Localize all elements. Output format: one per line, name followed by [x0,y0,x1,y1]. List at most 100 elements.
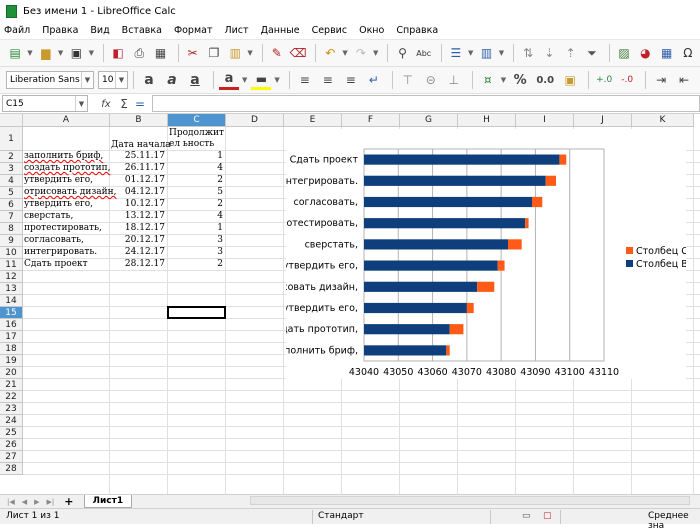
column-header-a[interactable]: A [23,114,110,127]
clear-formatting-icon[interactable]: ⌫ [289,43,307,63]
chevron-down-icon[interactable]: ▼ [27,49,32,57]
menu-view[interactable]: Вид [90,25,109,36]
column-header-d[interactable]: D [226,114,284,127]
sort-descending-icon[interactable]: ⇡ [562,43,580,63]
font-name-select[interactable]: Liberation Sans ▼ [6,71,94,89]
row-header-4[interactable]: 4 [0,175,23,187]
menu-tools[interactable]: Сервис [312,25,348,36]
cell-b7[interactable]: 13.12.17 [110,211,165,222]
menu-insert[interactable]: Вставка [122,25,162,36]
selection-mode-icon[interactable]: ▭ [522,511,531,521]
menu-help[interactable]: Справка [396,25,438,36]
cell-c7[interactable]: 4 [168,211,223,222]
selected-cell[interactable] [167,306,226,319]
cell-b2[interactable]: 25.11.17 [110,151,165,162]
undo-icon[interactable]: ↶ [321,43,339,63]
print-icon[interactable]: ⎙ [130,43,148,63]
align-center-icon[interactable]: ≡ [318,70,338,90]
cell-a4[interactable]: утвердить его, [24,175,93,186]
row-header-20[interactable]: 20 [0,367,23,379]
cut-icon[interactable]: ✂ [184,43,202,63]
row-header-7[interactable]: 7 [0,211,23,223]
chevron-down-icon[interactable]: ▼ [274,76,279,84]
font-size-select[interactable]: 10 ▼ [98,71,128,89]
column-header-b[interactable]: B [110,114,168,127]
chevron-down-icon[interactable]: ▼ [342,49,347,57]
cell-c8[interactable]: 1 [168,223,223,234]
cell-a11[interactable]: Сдать проект [24,259,88,270]
row-header-15[interactable]: 15 [0,307,23,319]
menu-window[interactable]: Окно [359,25,384,36]
cell-c4[interactable]: 2 [168,175,223,186]
cell-c1[interactable]: Продолжител ьность [169,128,226,150]
cell-a10[interactable]: интегрировать. [24,247,97,258]
cell-c11[interactable]: 2 [168,259,223,270]
cell-b6[interactable]: 10.12.17 [110,199,165,210]
cell-b3[interactable]: 26.11.17 [110,163,165,174]
cell-b11[interactable]: 28.12.17 [110,259,165,270]
wrap-text-icon[interactable]: ↵ [364,70,384,90]
row-icon[interactable]: ☰ [447,43,465,63]
decrease-indent-icon[interactable]: ⇤ [674,70,694,90]
formula-input[interactable] [152,95,700,112]
menu-edit[interactable]: Правка [42,25,78,36]
italic-icon[interactable]: a [162,70,182,90]
chevron-down-icon[interactable]: ▼ [499,49,504,57]
chevron-down-icon[interactable]: ▼ [75,96,87,111]
cell-c3[interactable]: 4 [168,163,223,174]
cell-b1[interactable]: Дата начала [111,140,171,151]
cell-b8[interactable]: 18.12.17 [110,223,165,234]
cell-a3[interactable]: создать прототип, [24,163,110,174]
row-header-18[interactable]: 18 [0,343,23,355]
row-header-14[interactable]: 14 [0,295,23,307]
align-right-icon[interactable]: ≡ [341,70,361,90]
highlight-color-icon[interactable]: ▬ [251,70,272,90]
row-header-1[interactable]: 1 [0,127,23,151]
function-wizard-icon[interactable]: fx [96,94,116,114]
cell-a7[interactable]: сверстать, [24,211,73,222]
autofilter-icon[interactable]: ⏷ [583,43,601,63]
menu-file[interactable]: Файл [4,25,30,36]
cell-c9[interactable]: 3 [168,235,223,246]
redo-icon[interactable]: ↷ [352,43,370,63]
cell-a2[interactable]: заполнить бриф, [24,151,103,162]
row-header-10[interactable]: 10 [0,247,23,259]
sort-icon[interactable]: ⇅ [519,43,537,63]
column-header-e[interactable]: E [284,114,342,127]
row-header-25[interactable]: 25 [0,427,23,439]
number-format-icon[interactable]: 0.0 [533,70,557,90]
cell-a9[interactable]: согласовать, [24,235,84,246]
spelling-icon[interactable]: Abc [415,43,433,63]
column-header-f[interactable]: F [342,114,400,127]
row-header-11[interactable]: 11 [0,259,23,271]
menu-data[interactable]: Данные [261,25,300,36]
chevron-down-icon[interactable]: ▼ [501,76,506,84]
row-header-16[interactable]: 16 [0,319,23,331]
cell-b5[interactable]: 04.12.17 [110,187,165,198]
align-middle-icon[interactable]: ⊝ [421,70,441,90]
new-document-icon[interactable]: ▤ [6,43,24,63]
delete-decimal-icon[interactable]: -.0 [617,70,637,90]
row-header-28[interactable]: 28 [0,463,23,475]
export-pdf-icon[interactable]: ◧ [109,43,127,63]
row-header-24[interactable]: 24 [0,415,23,427]
chevron-down-icon[interactable]: ▼ [468,49,473,57]
row-header-5[interactable]: 5 [0,187,23,199]
print-preview-icon[interactable]: ▦ [151,43,169,63]
horizontal-scrollbar[interactable] [250,496,690,505]
chevron-down-icon[interactable]: ▼ [373,49,378,57]
special-character-icon[interactable]: Ω [679,43,697,63]
column-header-h[interactable]: H [458,114,516,127]
clone-formatting-icon[interactable]: ✎ [268,43,286,63]
insert-chart-icon[interactable]: ◕ [636,43,654,63]
cell-b10[interactable]: 24.12.17 [110,247,165,258]
cell-c10[interactable]: 3 [168,247,223,258]
row-header-8[interactable]: 8 [0,223,23,235]
cell-c6[interactable]: 2 [168,199,223,210]
find-replace-icon[interactable]: ⚲ [393,43,411,63]
row-header-9[interactable]: 9 [0,235,23,247]
row-header-27[interactable]: 27 [0,451,23,463]
column-header-i[interactable]: I [516,114,574,127]
insert-image-icon[interactable]: ▨ [615,43,633,63]
page-style[interactable]: Стандарт [318,511,364,521]
